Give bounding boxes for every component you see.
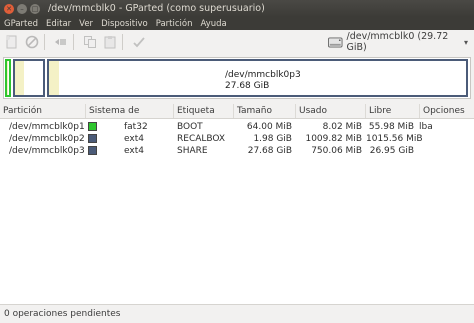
column-header-partition[interactable]: Partición: [0, 104, 86, 118]
title-bar: ✕ – □ /dev/mmcblk0 - GParted (como super…: [0, 0, 474, 17]
menu-editar[interactable]: Editar: [42, 19, 75, 29]
disk-map-partition-size: 27.68 GiB: [225, 81, 270, 91]
disk-map-partition-name: /dev/mmcblk0p3: [225, 70, 301, 80]
filesystem-color-swatch: [88, 134, 97, 143]
menu-gparted[interactable]: GParted: [0, 19, 42, 29]
delete-icon: [25, 35, 39, 49]
cell-size: 1.98 GiB: [253, 134, 292, 144]
toolbar-separator: [44, 34, 45, 50]
cell-filesystem: ext4: [124, 134, 144, 144]
cell-used: 8.02 MiB: [322, 122, 362, 132]
device-selector-label: /dev/mmcblk0 (29.72 GiB): [346, 31, 449, 53]
pending-operations-text: 0 operaciones pendientes: [4, 309, 121, 319]
status-bar: 0 operaciones pendientes: [0, 304, 474, 323]
cell-partition: /dev/mmcblk0p3: [9, 146, 85, 156]
cell-used: 1009.82 MiB: [305, 134, 362, 144]
maximize-button[interactable]: □: [30, 3, 40, 14]
menu-dispositivo[interactable]: Dispositivo: [97, 19, 152, 29]
apply-button[interactable]: [131, 34, 147, 50]
table-row[interactable]: /dev/mmcblk0p2 ext4 RECALBOX 1.98 GiB 10…: [0, 133, 474, 145]
cell-label: SHARE: [177, 146, 208, 156]
cell-size: 64.00 MiB: [246, 122, 292, 132]
cell-used: 750.06 MiB: [311, 146, 362, 156]
cell-size: 27.68 GiB: [247, 146, 292, 156]
table-row[interactable]: /dev/mmcblk0p3 ext4 SHARE 27.68 GiB 750.…: [0, 145, 474, 157]
copy-icon: [84, 36, 96, 48]
copy-button[interactable]: [82, 34, 98, 50]
column-header-flags[interactable]: Opciones: [420, 104, 474, 118]
toolbar-separator: [122, 34, 123, 50]
delete-partition-button[interactable]: [24, 34, 40, 50]
close-button[interactable]: ✕: [4, 3, 14, 14]
paste-button[interactable]: [102, 34, 118, 50]
disk-map-selected-label: /dev/mmcblk0p3 27.68 GiB: [225, 70, 301, 92]
disk-drive-icon: [328, 37, 343, 47]
apply-icon: [133, 37, 145, 48]
minimize-icon: –: [20, 4, 24, 13]
window-controls: ✕ – □: [4, 3, 40, 14]
device-selector[interactable]: /dev/mmcblk0 (29.72 GiB) ▾: [328, 31, 468, 53]
window-title: /dev/mmcblk0 - GParted (como superusuari…: [48, 3, 265, 14]
cell-label: RECALBOX: [177, 134, 226, 144]
resize-move-button[interactable]: [53, 34, 69, 50]
cell-label: BOOT: [177, 122, 203, 132]
cell-free: 1015.56 MiB: [366, 134, 423, 144]
used-space-fill: [49, 61, 59, 95]
cell-free: 26.95 GiB: [369, 146, 414, 156]
new-icon: [6, 35, 17, 49]
used-space-fill: [7, 61, 8, 95]
resize-icon: [55, 39, 66, 45]
paste-icon: [104, 36, 116, 49]
cell-filesystem: fat32: [124, 122, 148, 132]
column-header-filesystem[interactable]: Sistema de archivos: [86, 104, 174, 130]
column-header-free[interactable]: Libre: [366, 104, 420, 118]
toolbar-separator: [73, 34, 74, 50]
cell-partition: /dev/mmcblk0p1: [9, 122, 85, 132]
menu-ver[interactable]: Ver: [75, 19, 97, 29]
minimize-button[interactable]: –: [17, 3, 27, 14]
used-space-fill: [15, 61, 24, 95]
menu-ayuda[interactable]: Ayuda: [196, 19, 230, 29]
maximize-icon: □: [31, 4, 39, 13]
disk-map-partition-p1[interactable]: [5, 59, 11, 97]
disk-map-partition-p2[interactable]: [13, 59, 45, 97]
cell-filesystem: ext4: [124, 146, 144, 156]
partition-table: /dev/mmcblk0p1 fat32 BOOT 64.00 MiB 8.02…: [0, 119, 474, 304]
toolbar: /dev/mmcblk0 (29.72 GiB) ▾: [0, 30, 474, 54]
column-header-label[interactable]: Etiqueta: [174, 104, 234, 118]
table-row[interactable]: /dev/mmcblk0p1 fat32 BOOT 64.00 MiB 8.02…: [0, 121, 474, 133]
disk-map-partition-p3[interactable]: /dev/mmcblk0p3 27.68 GiB: [47, 59, 468, 97]
column-header-used[interactable]: Usado: [296, 104, 366, 118]
cell-free: 55.98 MiB: [368, 122, 414, 132]
menu-particion[interactable]: Partición: [152, 19, 197, 29]
chevron-down-icon: ▾: [463, 37, 468, 47]
cell-flags: lba: [419, 122, 433, 132]
disk-map: /dev/mmcblk0p3 27.68 GiB: [3, 57, 471, 99]
new-partition-button[interactable]: [4, 34, 20, 50]
filesystem-color-swatch: [88, 146, 97, 155]
column-header-size[interactable]: Tamaño: [234, 104, 296, 118]
cell-partition: /dev/mmcblk0p2: [9, 134, 85, 144]
menu-bar: GParted Editar Ver Dispositivo Partición…: [0, 17, 474, 30]
partition-table-header: Partición Sistema de archivos Etiqueta T…: [0, 104, 474, 130]
close-icon: ✕: [6, 4, 12, 13]
filesystem-color-swatch: [88, 122, 97, 131]
